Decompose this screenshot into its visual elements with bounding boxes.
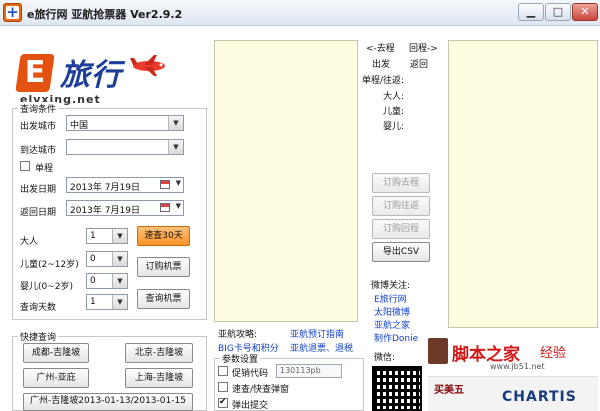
- guide-title: 亚航攻略:: [218, 330, 258, 340]
- return-date-label: 返回日期: [20, 208, 57, 218]
- return-col-label: 返回: [410, 60, 429, 70]
- infant-count-label: 婴儿:: [383, 122, 405, 132]
- chevron-down-icon: ▼: [112, 252, 127, 266]
- adult-value: 1: [90, 231, 96, 241]
- ad-banner-top[interactable]: 脚本之家 经验 www.jb51.net: [428, 332, 598, 372]
- logo-mark-letter: E: [24, 55, 46, 90]
- chevron-down-icon: ▼: [112, 295, 127, 309]
- maximize-button[interactable]: □: [545, 3, 571, 21]
- ad-text: 买美五: [434, 385, 464, 396]
- chevron-down-icon: ▼: [168, 116, 183, 130]
- weibo-link-airasia-home[interactable]: 亚航之家: [374, 318, 410, 331]
- plus-icon: +: [6, 3, 19, 21]
- infant-label: 婴儿(0~2岁): [20, 282, 74, 292]
- infant-value: 0: [90, 276, 96, 286]
- logo-text-cn: 旅行: [60, 58, 122, 93]
- order-round-button[interactable]: 订购往返: [372, 196, 430, 216]
- from-city-label: 出发城市: [20, 122, 57, 132]
- adult-select[interactable]: 1 ▼: [86, 228, 128, 244]
- chevron-down-icon: ▼: [112, 274, 127, 288]
- params-group-label: 参数设置: [220, 352, 261, 365]
- adult-label: 大人: [20, 237, 39, 247]
- close-button[interactable]: ✕: [572, 3, 598, 21]
- logo-mark: E: [15, 54, 55, 92]
- trip-type-label: 单程/往返:: [362, 76, 405, 86]
- back-results-pane[interactable]: [448, 40, 598, 328]
- weibo-link-author[interactable]: 制作Donie: [374, 331, 418, 344]
- depart-date-value: 2013年 7月19日: [70, 183, 140, 193]
- days-value: 1: [90, 297, 96, 307]
- promo-label: 促销代码: [232, 369, 269, 379]
- quick-popup-label: 速查/快查弹窗: [232, 385, 290, 395]
- go-arrow-label: <-去程: [366, 44, 395, 54]
- query-group-label: 查询条件: [18, 102, 59, 115]
- qr-code: [372, 366, 422, 411]
- quick-item-guangzhou-dated[interactable]: 广州-吉隆坡2013-01-13/2013-01-15: [23, 393, 193, 411]
- watermark-url: www.jb51.net: [490, 362, 545, 371]
- weibo-link-sun[interactable]: 太阳微博: [374, 305, 410, 318]
- to-city-label: 到达城市: [20, 146, 57, 156]
- wechat-label: 微信:: [374, 353, 396, 363]
- quick-popup-checkbox[interactable]: [218, 382, 228, 392]
- depart-date-label: 出发日期: [20, 185, 57, 195]
- guide-link-refund[interactable]: 亚航退票、退税: [290, 341, 353, 354]
- quick-item-chengdu[interactable]: 成都-吉隆坡: [23, 343, 89, 363]
- go-results-pane[interactable]: [214, 40, 358, 322]
- query-ticket-button[interactable]: 查询机票: [137, 289, 190, 309]
- adult-count-label: 大人:: [383, 92, 405, 102]
- chevron-down-icon: ▼: [175, 179, 181, 187]
- from-city-select[interactable]: 中国 ▼: [66, 115, 184, 131]
- quick-item-beijing[interactable]: 北京-吉隆坡: [125, 343, 193, 363]
- popup-submit-checkbox[interactable]: [218, 397, 228, 408]
- quick-group-label: 快捷查询: [18, 330, 59, 343]
- minimize-button[interactable]: ▁: [518, 3, 544, 21]
- popup-submit-label: 弹出提交: [232, 401, 269, 411]
- ad-brand: CHARTIS: [502, 389, 577, 405]
- from-city-value: 中国: [70, 121, 89, 131]
- quick-item-shanghai[interactable]: 上海-吉隆坡: [125, 368, 193, 388]
- days-select[interactable]: 1 ▼: [86, 294, 128, 310]
- guide-link-booking[interactable]: 亚航预订指南: [290, 327, 344, 340]
- infant-select[interactable]: 0 ▼: [86, 273, 128, 289]
- child-select[interactable]: 0 ▼: [86, 251, 128, 267]
- days-label: 查询天数: [20, 303, 57, 313]
- calendar-icon[interactable]: [160, 180, 170, 189]
- order-ticket-button[interactable]: 订购机票: [137, 257, 190, 277]
- calendar-icon[interactable]: [160, 203, 170, 212]
- app-icon: +: [3, 3, 22, 22]
- quick-30days-button[interactable]: 速查30天: [137, 226, 190, 246]
- weibo-title: 微博关注:: [371, 281, 411, 291]
- oneway-label: 单程: [35, 164, 54, 174]
- export-csv-button[interactable]: 导出CSV: [372, 242, 430, 262]
- to-city-select[interactable]: ▼: [66, 139, 184, 155]
- quick-item-guangzhou[interactable]: 广州-亚庇: [23, 368, 89, 388]
- window-title: e旅行网 亚航抢票器 Ver2.9.2: [27, 8, 183, 21]
- child-label: 儿童(2~12岁): [20, 260, 79, 270]
- ad-figure-icon: [428, 338, 448, 364]
- chevron-down-icon: ▼: [112, 229, 127, 243]
- airplane-icon: [130, 55, 165, 76]
- return-date-picker[interactable]: 2013年 7月19日 ▼: [66, 200, 184, 216]
- order-back-button[interactable]: 订购回程: [372, 219, 430, 239]
- depart-date-picker[interactable]: 2013年 7月19日 ▼: [66, 177, 184, 193]
- weibo-link-elvxing[interactable]: E旅行网: [374, 292, 407, 305]
- promo-code-input[interactable]: 130113pb: [276, 364, 342, 378]
- child-count-label: 儿童:: [383, 107, 405, 117]
- promo-checkbox[interactable]: [218, 366, 228, 376]
- title-bar: + e旅行网 亚航抢票器 Ver2.9.2 ▁ □ ✕: [0, 0, 600, 26]
- ad-banner-bottom[interactable]: 买美五 CHARTIS: [428, 376, 598, 411]
- oneway-checkbox[interactable]: [20, 161, 30, 171]
- return-date-value: 2013年 7月19日: [70, 206, 140, 216]
- child-value: 0: [90, 254, 96, 264]
- order-go-button[interactable]: 订购去程: [372, 173, 430, 193]
- chevron-down-icon: ▼: [175, 202, 181, 210]
- ad-badge-text: 经验: [540, 346, 567, 361]
- chevron-down-icon: ▼: [168, 140, 183, 154]
- back-arrow-label: 回程->: [409, 44, 438, 54]
- depart-col-label: 出发: [372, 60, 391, 70]
